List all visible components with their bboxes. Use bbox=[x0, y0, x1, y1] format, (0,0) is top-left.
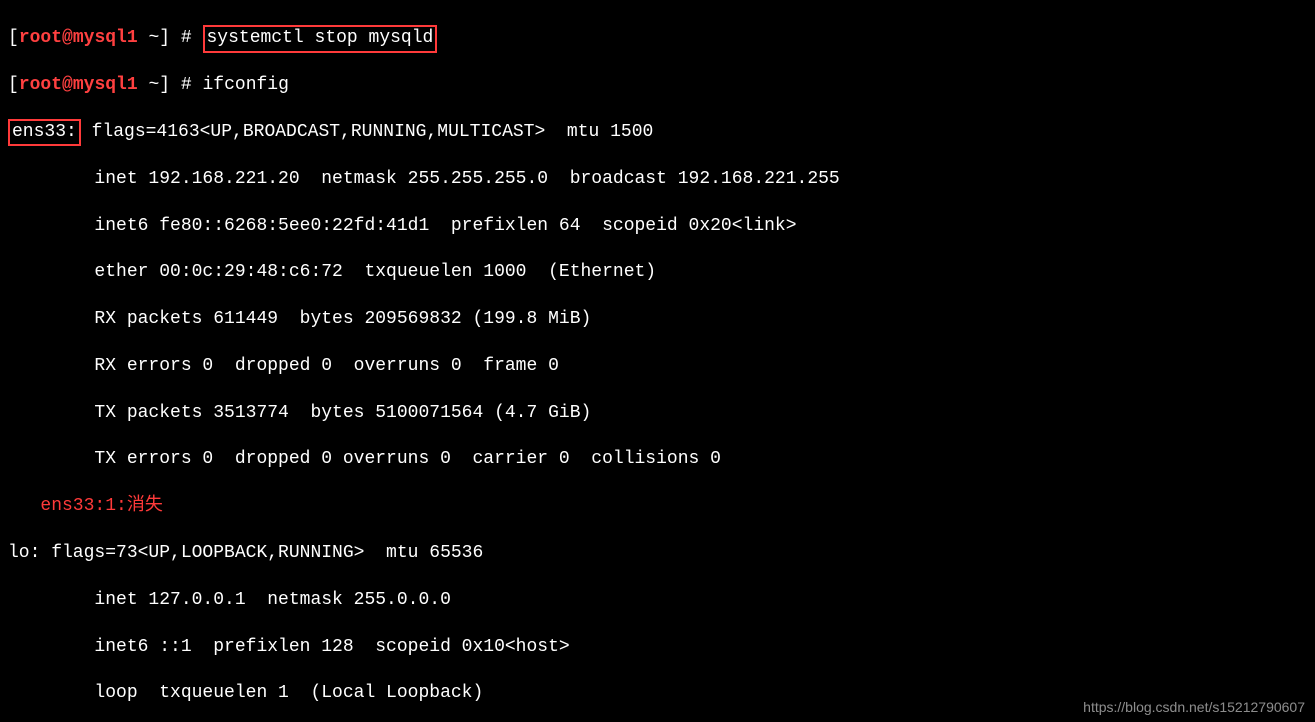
highlight-box-cmd-stop: systemctl stop mysqld bbox=[203, 25, 438, 52]
ens33-tx-packets: TX packets 3513774 bytes 5100071564 (4.7… bbox=[8, 402, 1307, 425]
ens33-header: ens33: flags=4163<UP,BROADCAST,RUNNING,M… bbox=[8, 121, 1307, 144]
lo-header: lo: flags=73<UP,LOOPBACK,RUNNING> mtu 65… bbox=[8, 542, 1307, 565]
ens33-flags: flags=4163<UP,BROADCAST,RUNNING,MULTICAS… bbox=[81, 122, 654, 142]
prompt-line-2: [root@mysql1 ~] # ifconfig bbox=[8, 74, 1307, 97]
watermark: https://blog.csdn.net/s15212790607 bbox=[1083, 698, 1305, 716]
ens33-inet: inet 192.168.221.20 netmask 255.255.255.… bbox=[8, 168, 1307, 191]
ens33-ether: ether 00:0c:29:48:c6:72 txqueuelen 1000 … bbox=[8, 261, 1307, 284]
lo-inet: inet 127.0.0.1 netmask 255.0.0.0 bbox=[8, 589, 1307, 612]
prompt-user: root bbox=[19, 28, 62, 48]
ens33-rx-packets: RX packets 611449 bytes 209569832 (199.8… bbox=[8, 308, 1307, 331]
prompt-line-1: [root@mysql1 ~] # systemctl stop mysqld bbox=[8, 27, 1307, 50]
prompt-hash: # bbox=[170, 28, 202, 48]
command-ifconfig: ifconfig bbox=[203, 75, 289, 95]
ens33-tx-errors: TX errors 0 dropped 0 overruns 0 carrier… bbox=[8, 448, 1307, 471]
bracket-close: ] bbox=[159, 28, 170, 48]
ens33-rx-errors: RX errors 0 dropped 0 overruns 0 frame 0 bbox=[8, 355, 1307, 378]
command-stop-mysqld: systemctl stop mysqld bbox=[207, 28, 434, 48]
lo-inet6: inet6 ::1 prefixlen 128 scopeid 0x10<hos… bbox=[8, 636, 1307, 659]
ens33-inet6: inet6 fe80::6268:5ee0:22fd:41d1 prefixle… bbox=[8, 215, 1307, 238]
prompt-host: mysql1 bbox=[73, 28, 138, 48]
prompt-at: @ bbox=[62, 28, 73, 48]
terminal-output[interactable]: [root@mysql1 ~] # systemctl stop mysqld … bbox=[0, 0, 1315, 722]
bracket-open: [ bbox=[8, 28, 19, 48]
interface-name-ens33: ens33: bbox=[12, 122, 77, 142]
prompt-dir: ~ bbox=[148, 28, 159, 48]
annotation-ens33-1-missing: ens33:1:消失 bbox=[8, 495, 1307, 518]
highlight-box-ens33: ens33: bbox=[8, 119, 81, 146]
